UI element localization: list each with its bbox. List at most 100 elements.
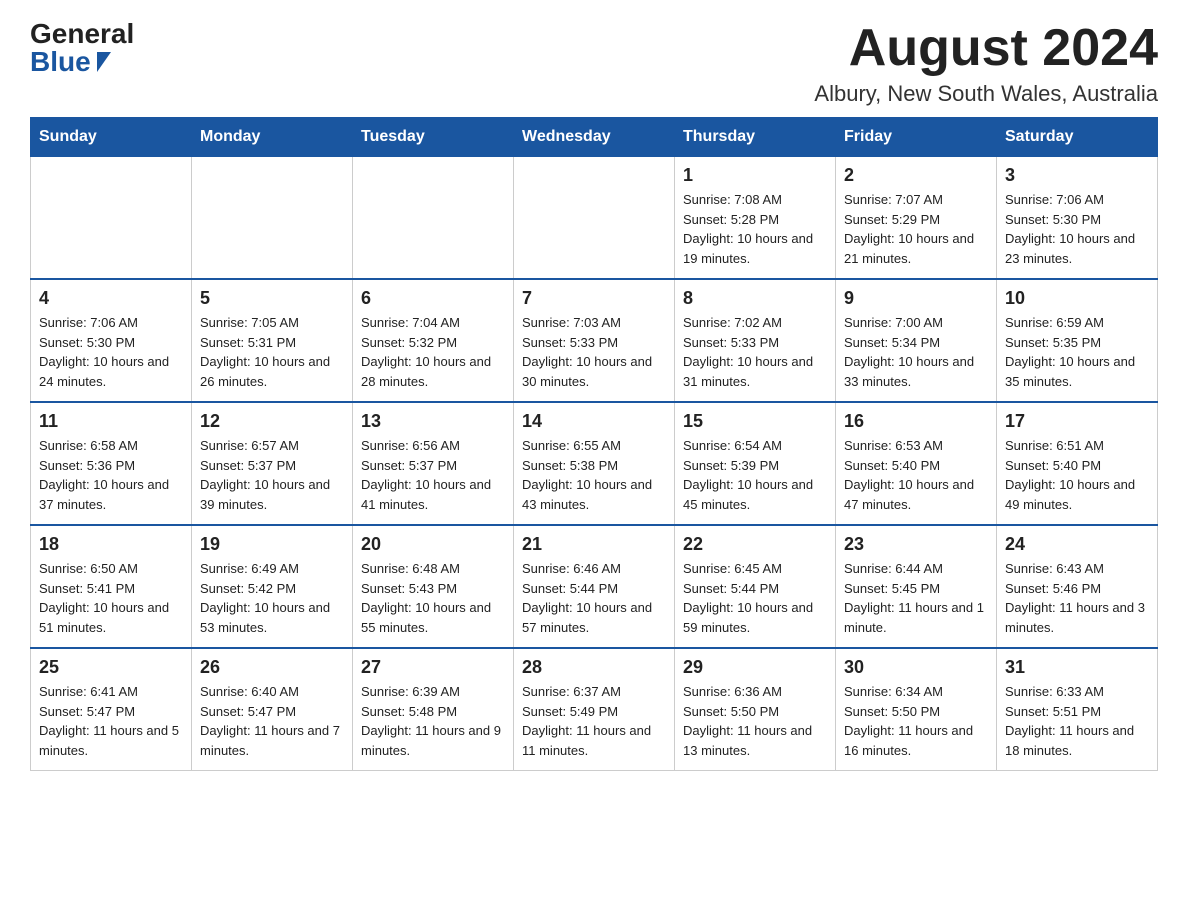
- day-number: 19: [200, 534, 344, 555]
- calendar-cell: 19Sunrise: 6:49 AMSunset: 5:42 PMDayligh…: [192, 525, 353, 648]
- day-info: Sunrise: 6:58 AMSunset: 5:36 PMDaylight:…: [39, 436, 183, 514]
- calendar-cell: 7 Sunrise: 7:03 AMSunset: 5:33 PMDaylight…: [514, 279, 675, 402]
- day-number: 6: [361, 288, 505, 309]
- day-info: Sunrise: 6:37 AMSunset: 5:49 PMDaylight:…: [522, 682, 666, 760]
- day-number: 1: [683, 165, 827, 186]
- calendar-cell: 27 Sunrise: 6:39 AMSunset: 5:48 PMDayligh…: [353, 648, 514, 771]
- logo-general-text: General: [30, 20, 134, 48]
- day-number: 11: [39, 411, 183, 432]
- day-number: 16: [844, 411, 988, 432]
- calendar-cell: 26Sunrise: 6:40 AMSunset: 5:47 PMDayligh…: [192, 648, 353, 771]
- day-number: 25: [39, 657, 183, 678]
- day-number: 13: [361, 411, 505, 432]
- day-number: 2: [844, 165, 988, 186]
- calendar-cell: 6Sunrise: 7:04 AMSunset: 5:32 PMDaylight…: [353, 279, 514, 402]
- title-block: August 2024 Albury, New South Wales, Aus…: [814, 20, 1158, 107]
- calendar-cell: 5 Sunrise: 7:05 AMSunset: 5:31 PMDaylight…: [192, 279, 353, 402]
- day-number: 20: [361, 534, 505, 555]
- month-title: August 2024: [814, 20, 1158, 77]
- calendar-week-row: 25 Sunrise: 6:41 AMSunset: 5:47 PMDayligh…: [31, 648, 1158, 771]
- day-info: Sunrise: 6:39 AMSunset: 5:48 PMDaylight:…: [361, 682, 505, 760]
- calendar-cell: 13 Sunrise: 6:56 AMSunset: 5:37 PMDayligh…: [353, 402, 514, 525]
- day-info: Sunrise: 6:36 AMSunset: 5:50 PMDaylight:…: [683, 682, 827, 760]
- calendar-cell: 20 Sunrise: 6:48 AMSunset: 5:43 PMDayligh…: [353, 525, 514, 648]
- day-info: Sunrise: 6:57 AMSunset: 5:37 PMDaylight:…: [200, 436, 344, 514]
- calendar-cell: 9Sunrise: 7:00 AMSunset: 5:34 PMDaylight…: [836, 279, 997, 402]
- day-info: Sunrise: 6:43 AMSunset: 5:46 PMDaylight:…: [1005, 559, 1149, 637]
- day-number: 27: [361, 657, 505, 678]
- calendar-cell: 23 Sunrise: 6:44 AMSunset: 5:45 PMDayligh…: [836, 525, 997, 648]
- weekday-header-tuesday: Tuesday: [353, 118, 514, 157]
- day-number: 9: [844, 288, 988, 309]
- day-info: Sunrise: 6:34 AMSunset: 5:50 PMDaylight:…: [844, 682, 988, 760]
- day-info: Sunrise: 7:06 AMSunset: 5:30 PMDaylight:…: [1005, 190, 1149, 268]
- day-info: Sunrise: 6:33 AMSunset: 5:51 PMDaylight:…: [1005, 682, 1149, 760]
- calendar-cell: 2 Sunrise: 7:07 AMSunset: 5:29 PMDaylight…: [836, 157, 997, 280]
- day-number: 3: [1005, 165, 1149, 186]
- logo-blue-label: Blue: [30, 48, 91, 76]
- calendar-cell: 4 Sunrise: 7:06 AMSunset: 5:30 PMDaylight…: [31, 279, 192, 402]
- weekday-header-row: SundayMondayTuesdayWednesdayThursdayFrid…: [31, 118, 1158, 157]
- calendar-cell: 31 Sunrise: 6:33 AMSunset: 5:51 PMDayligh…: [997, 648, 1158, 771]
- calendar-week-row: 1 Sunrise: 7:08 AMSunset: 5:28 PMDaylight…: [31, 157, 1158, 280]
- day-number: 24: [1005, 534, 1149, 555]
- day-info: Sunrise: 6:54 AMSunset: 5:39 PMDaylight:…: [683, 436, 827, 514]
- day-number: 22: [683, 534, 827, 555]
- day-info: Sunrise: 7:03 AMSunset: 5:33 PMDaylight:…: [522, 313, 666, 391]
- day-number: 4: [39, 288, 183, 309]
- day-number: 7: [522, 288, 666, 309]
- weekday-header-friday: Friday: [836, 118, 997, 157]
- day-info: Sunrise: 7:06 AMSunset: 5:30 PMDaylight:…: [39, 313, 183, 391]
- day-info: Sunrise: 6:59 AMSunset: 5:35 PMDaylight:…: [1005, 313, 1149, 391]
- calendar-cell: 29 Sunrise: 6:36 AMSunset: 5:50 PMDayligh…: [675, 648, 836, 771]
- calendar-cell: [192, 157, 353, 280]
- day-info: Sunrise: 6:45 AMSunset: 5:44 PMDaylight:…: [683, 559, 827, 637]
- day-number: 28: [522, 657, 666, 678]
- calendar-cell: 16Sunrise: 6:53 AMSunset: 5:40 PMDayligh…: [836, 402, 997, 525]
- day-info: Sunrise: 6:46 AMSunset: 5:44 PMDaylight:…: [522, 559, 666, 637]
- day-number: 5: [200, 288, 344, 309]
- day-info: Sunrise: 6:55 AMSunset: 5:38 PMDaylight:…: [522, 436, 666, 514]
- day-number: 10: [1005, 288, 1149, 309]
- day-number: 18: [39, 534, 183, 555]
- location-text: Albury, New South Wales, Australia: [814, 81, 1158, 107]
- day-info: Sunrise: 7:05 AMSunset: 5:31 PMDaylight:…: [200, 313, 344, 391]
- calendar-cell: 8Sunrise: 7:02 AMSunset: 5:33 PMDaylight…: [675, 279, 836, 402]
- day-info: Sunrise: 7:07 AMSunset: 5:29 PMDaylight:…: [844, 190, 988, 268]
- day-info: Sunrise: 6:48 AMSunset: 5:43 PMDaylight:…: [361, 559, 505, 637]
- day-info: Sunrise: 6:56 AMSunset: 5:37 PMDaylight:…: [361, 436, 505, 514]
- calendar-cell: 11 Sunrise: 6:58 AMSunset: 5:36 PMDayligh…: [31, 402, 192, 525]
- day-info: Sunrise: 6:41 AMSunset: 5:47 PMDaylight:…: [39, 682, 183, 760]
- calendar-cell: 12Sunrise: 6:57 AMSunset: 5:37 PMDayligh…: [192, 402, 353, 525]
- day-info: Sunrise: 6:44 AMSunset: 5:45 PMDaylight:…: [844, 559, 988, 637]
- logo: General Blue: [30, 20, 134, 76]
- day-number: 30: [844, 657, 988, 678]
- weekday-header-sunday: Sunday: [31, 118, 192, 157]
- calendar-table: SundayMondayTuesdayWednesdayThursdayFrid…: [30, 117, 1158, 771]
- page-header: General Blue August 2024 Albury, New Sou…: [30, 20, 1158, 107]
- calendar-cell: 1 Sunrise: 7:08 AMSunset: 5:28 PMDaylight…: [675, 157, 836, 280]
- calendar-cell: 25 Sunrise: 6:41 AMSunset: 5:47 PMDayligh…: [31, 648, 192, 771]
- day-number: 17: [1005, 411, 1149, 432]
- calendar-week-row: 11 Sunrise: 6:58 AMSunset: 5:36 PMDayligh…: [31, 402, 1158, 525]
- calendar-cell: 3 Sunrise: 7:06 AMSunset: 5:30 PMDaylight…: [997, 157, 1158, 280]
- weekday-header-thursday: Thursday: [675, 118, 836, 157]
- calendar-cell: 22 Sunrise: 6:45 AMSunset: 5:44 PMDayligh…: [675, 525, 836, 648]
- day-number: 31: [1005, 657, 1149, 678]
- day-number: 23: [844, 534, 988, 555]
- calendar-cell: [514, 157, 675, 280]
- calendar-cell: 28 Sunrise: 6:37 AMSunset: 5:49 PMDayligh…: [514, 648, 675, 771]
- day-info: Sunrise: 6:50 AMSunset: 5:41 PMDaylight:…: [39, 559, 183, 637]
- day-info: Sunrise: 7:02 AMSunset: 5:33 PMDaylight:…: [683, 313, 827, 391]
- calendar-cell: 21 Sunrise: 6:46 AMSunset: 5:44 PMDayligh…: [514, 525, 675, 648]
- day-info: Sunrise: 7:08 AMSunset: 5:28 PMDaylight:…: [683, 190, 827, 268]
- calendar-cell: [31, 157, 192, 280]
- day-number: 21: [522, 534, 666, 555]
- calendar-cell: 17Sunrise: 6:51 AMSunset: 5:40 PMDayligh…: [997, 402, 1158, 525]
- logo-blue-text: Blue: [30, 48, 111, 76]
- calendar-cell: 18 Sunrise: 6:50 AMSunset: 5:41 PMDayligh…: [31, 525, 192, 648]
- day-number: 29: [683, 657, 827, 678]
- day-info: Sunrise: 6:40 AMSunset: 5:47 PMDaylight:…: [200, 682, 344, 760]
- weekday-header-monday: Monday: [192, 118, 353, 157]
- day-number: 15: [683, 411, 827, 432]
